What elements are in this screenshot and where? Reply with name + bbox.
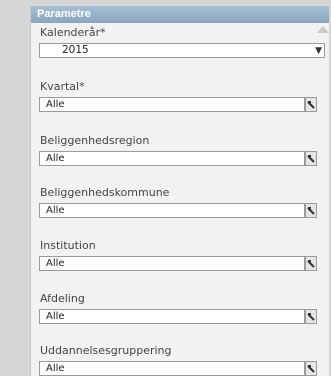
region-select[interactable]: Alle <box>39 151 305 166</box>
calendar-year-value: 2015 <box>62 44 89 56</box>
institution-value: Alle <box>46 258 65 269</box>
institution-dropdown-icon[interactable] <box>305 256 317 271</box>
region-value: Alle <box>46 153 65 164</box>
panel-title: Parametre <box>31 6 329 23</box>
institution-select[interactable]: Alle <box>39 256 305 271</box>
municipality-dropdown-icon[interactable] <box>305 203 317 218</box>
department-dropdown-icon[interactable] <box>305 309 317 324</box>
scroll-up-icon[interactable] <box>317 26 329 33</box>
department-label: Afdeling <box>40 292 85 305</box>
municipality-select[interactable]: Alle <box>39 203 305 218</box>
education-grouping-dropdown-icon[interactable] <box>305 361 317 376</box>
parameters-panel: Parametre Kalenderår* 2015 ▼ Kvartal* Al… <box>30 6 329 376</box>
region-label: Beliggenhedsregion <box>40 134 150 147</box>
quarter-label: Kvartal* <box>40 80 85 93</box>
municipality-value: Alle <box>46 205 65 216</box>
calendar-year-label: Kalenderår* <box>40 26 106 39</box>
education-grouping-label: Uddannelsesgruppering <box>40 344 172 357</box>
department-value: Alle <box>46 311 65 322</box>
calendar-year-select[interactable]: 2015 ▼ <box>39 43 325 58</box>
education-grouping-select[interactable]: Alle <box>39 361 305 376</box>
quarter-select[interactable]: Alle <box>39 97 305 112</box>
education-grouping-value: Alle <box>46 363 65 374</box>
quarter-dropdown-icon[interactable] <box>305 97 317 112</box>
chevron-down-icon[interactable]: ▼ <box>315 45 322 58</box>
municipality-label: Beliggenhedskommune <box>40 186 170 199</box>
institution-label: Institution <box>40 239 96 252</box>
region-dropdown-icon[interactable] <box>305 151 317 166</box>
quarter-value: Alle <box>46 99 65 110</box>
department-select[interactable]: Alle <box>39 309 305 324</box>
